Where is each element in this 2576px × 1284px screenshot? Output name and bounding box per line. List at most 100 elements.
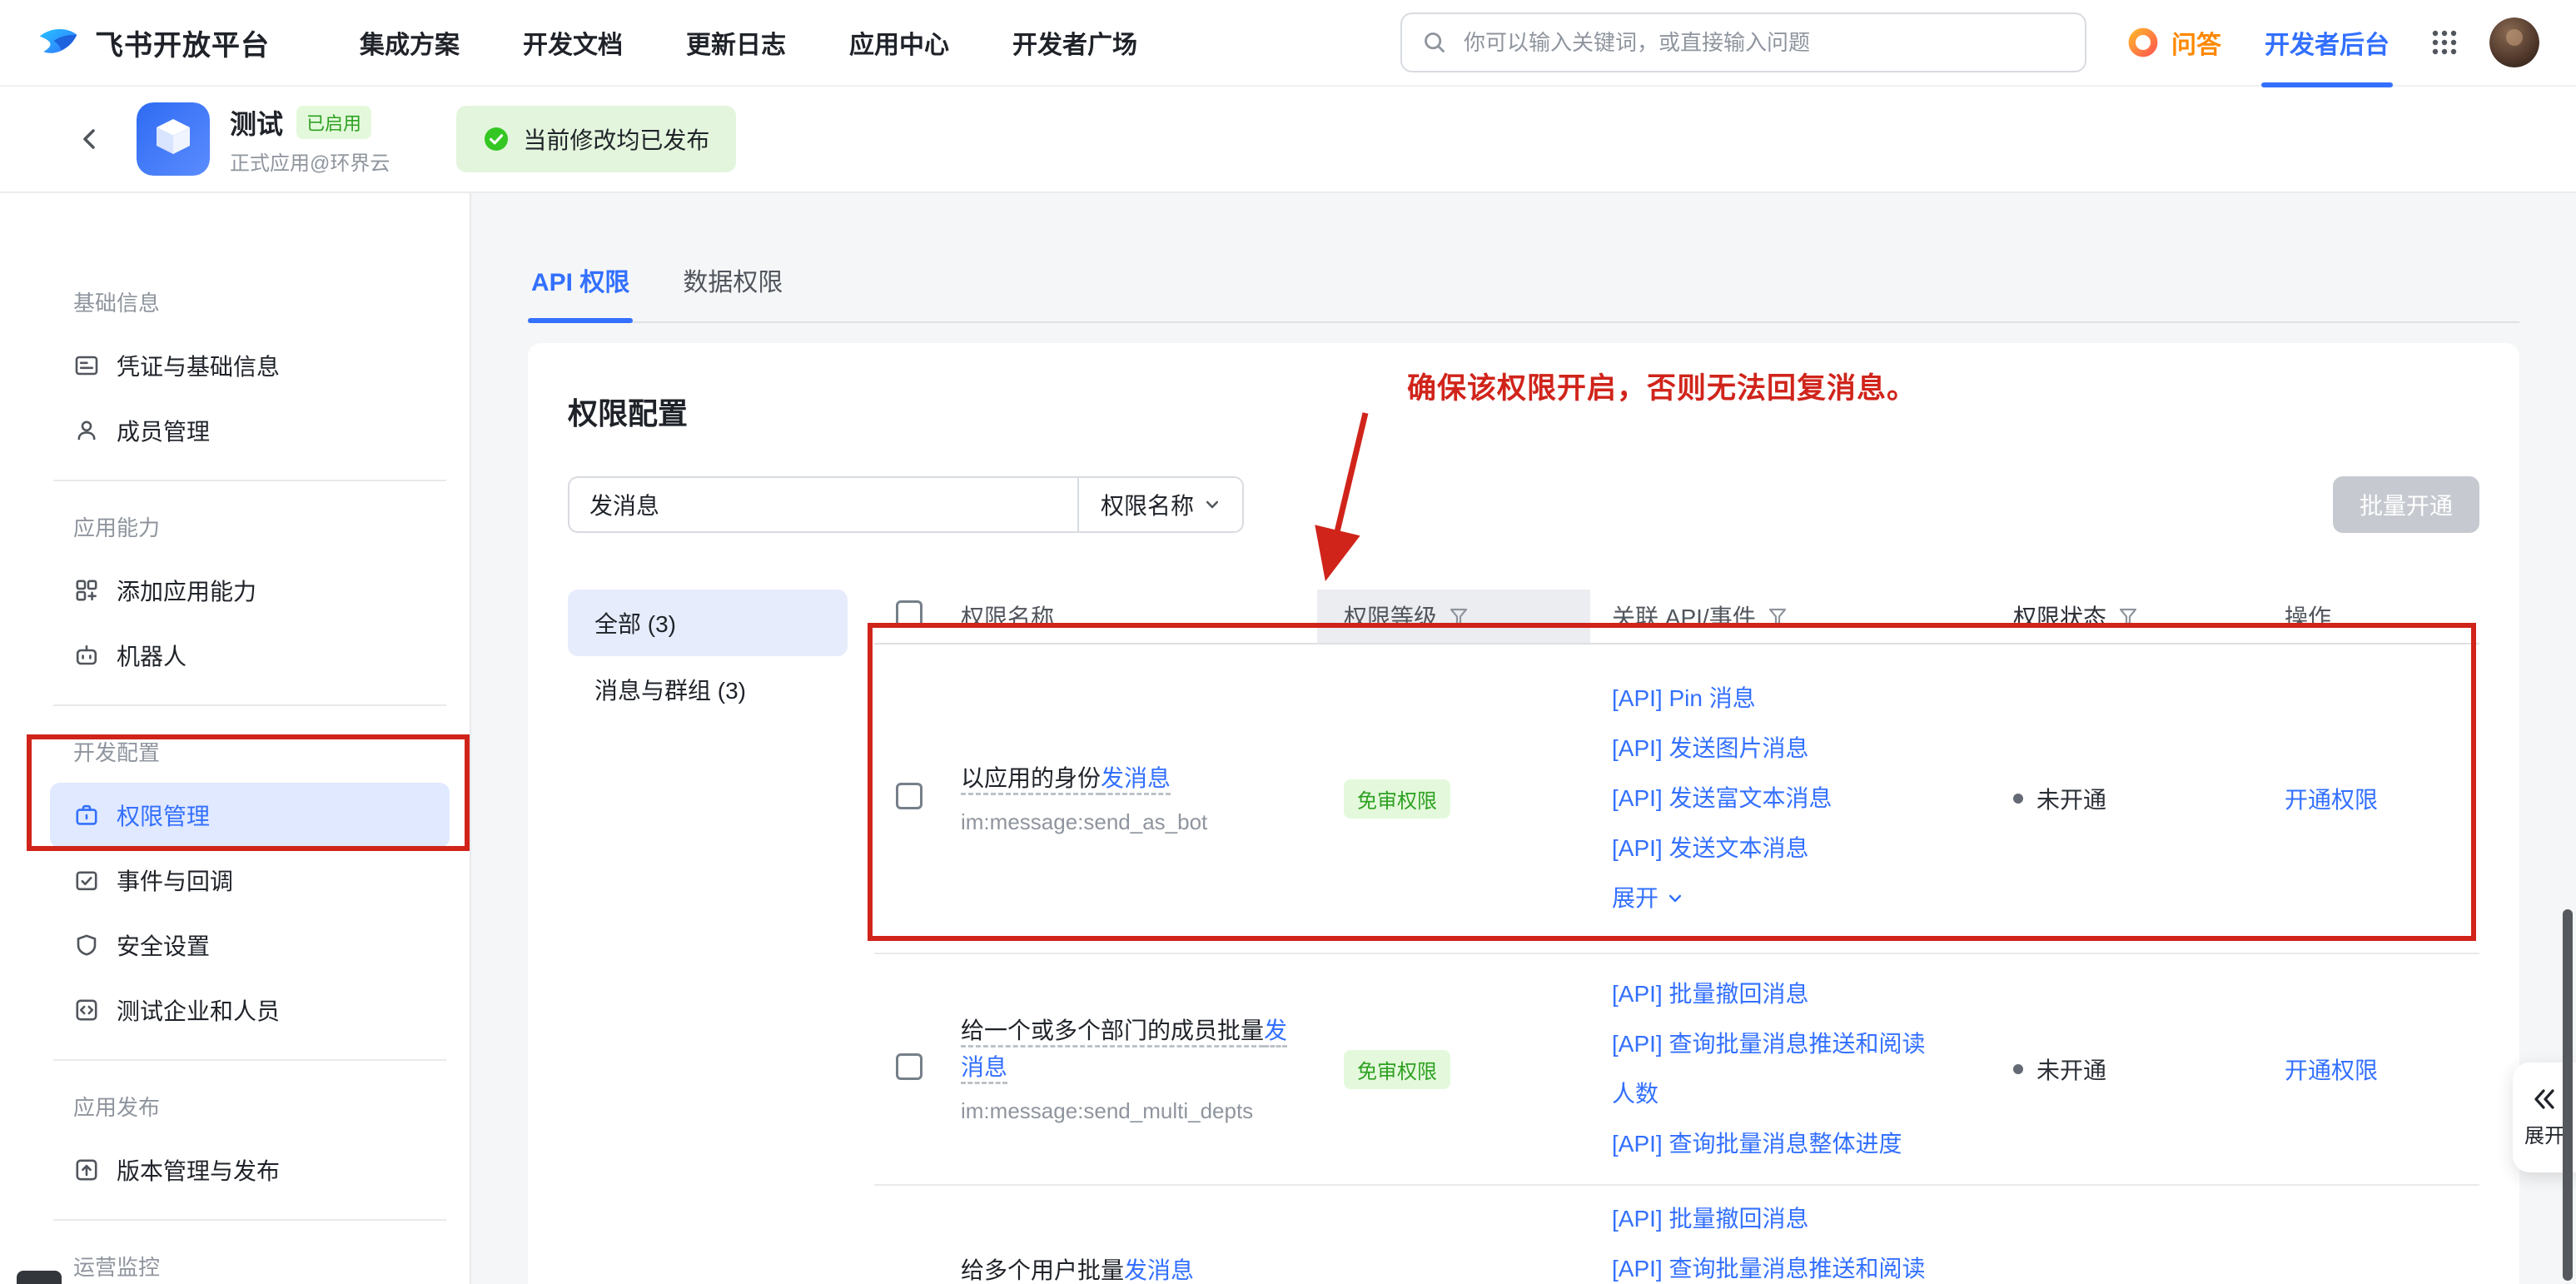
sidebar-item-credentials[interactable]: 凭证与基础信息: [50, 333, 450, 398]
category-all[interactable]: 全部 (3): [568, 590, 848, 656]
sidebar-item-add-capability[interactable]: 添加应用能力: [50, 558, 450, 623]
permission-search-input[interactable]: [568, 476, 1077, 533]
shield-icon: [73, 932, 100, 958]
publish-status-banner: 当前修改均已发布: [456, 106, 736, 172]
sidebar-item-security[interactable]: 安全设置: [50, 913, 450, 978]
nav-item-integration[interactable]: 集成方案: [360, 24, 460, 61]
nav-item-dev-plaza[interactable]: 开发者广场: [1012, 24, 1137, 61]
sidebar-divider: [53, 1219, 446, 1221]
qa-label: 问答: [2171, 24, 2221, 61]
header-permission-level: 权限等级: [1344, 600, 1437, 633]
api-link[interactable]: [API] 发送文本消息: [1612, 824, 1947, 873]
permission-config-card: 权限配置 权限名称 批量开通 全部 (3) 消息与群组 (3): [528, 343, 2519, 1284]
scrollbar-thumb[interactable]: [2563, 909, 2573, 1281]
category-filter-list: 全部 (3) 消息与群组 (3): [568, 590, 848, 1284]
filter-funnel-icon[interactable]: [1768, 606, 1788, 626]
api-link[interactable]: [API] 查询批量消息推送和阅读人数: [1612, 1019, 1947, 1119]
api-link[interactable]: [API] Pin 消息: [1612, 674, 1947, 724]
sidebar-item-bot[interactable]: 机器人: [50, 623, 450, 688]
permission-name[interactable]: 给一个或多个部门的成员批量发消息: [961, 1013, 1310, 1086]
sidebar-section-monitor: 运营监控: [50, 1234, 450, 1284]
permission-scope: im:message:send_as_bot: [961, 807, 1310, 837]
nav-item-changelog[interactable]: 更新日志: [686, 24, 786, 61]
top-navigation: 飞书开放平台 集成方案 开发文档 更新日志 应用中心 开发者广场: [0, 0, 2576, 87]
permission-briefcase-icon: [73, 802, 100, 829]
sidebar-section-basic: 基础信息: [50, 270, 450, 333]
permission-tabs: API 权限 数据权限: [528, 193, 2519, 323]
status-badge: 已启用: [296, 106, 371, 139]
sidebar-item-test-org[interactable]: 测试企业和人员: [50, 978, 450, 1043]
nav-item-docs[interactable]: 开发文档: [523, 24, 623, 61]
filter-funnel-icon[interactable]: [2118, 606, 2138, 626]
global-search[interactable]: [1400, 12, 2086, 72]
global-search-input[interactable]: [1460, 28, 2065, 57]
qa-link[interactable]: 问答: [2126, 24, 2221, 61]
sidebar-item-permissions[interactable]: 权限管理: [50, 783, 450, 848]
status-dot: [2013, 1064, 2023, 1074]
permission-name[interactable]: 以应用的身份发消息: [961, 760, 1310, 797]
sidebar-section-capability: 应用能力: [50, 495, 450, 558]
sidebar-item-label: 机器人: [117, 639, 186, 672]
code-brackets-icon: [73, 997, 100, 1023]
table-row: 给一个或多个部门的成员批量发消息 im:message:send_multi_d…: [874, 954, 2479, 1186]
filter-funnel-icon[interactable]: [1449, 606, 1469, 626]
event-callback-icon: [73, 867, 100, 893]
tab-api-permission[interactable]: API 权限: [528, 261, 633, 321]
select-all-checkbox[interactable]: [896, 600, 922, 627]
credential-icon: [73, 352, 100, 379]
sidebar-item-label: 安全设置: [117, 928, 210, 962]
search-field-select[interactable]: 权限名称: [1077, 476, 1244, 533]
sidebar-item-label: 凭证与基础信息: [117, 349, 280, 382]
status-text: 未开通: [2036, 1053, 2106, 1086]
app-meta: 测试 已启用 正式应用@环界云: [230, 103, 390, 176]
sidebar-divider: [53, 1059, 446, 1061]
app-subtitle: 正式应用@环界云: [230, 147, 390, 176]
feishu-open-platform-console: 飞书开放平台 集成方案 开发文档 更新日志 应用中心 开发者广场: [0, 0, 2576, 1284]
robot-icon: [73, 642, 100, 669]
api-link[interactable]: [API] 批量撤回消息: [1612, 969, 1947, 1019]
search-field-value: 权限名称: [1101, 488, 1194, 521]
app-header: 测试 已启用 正式应用@环界云 当前修改均已发布: [0, 87, 2576, 193]
check-circle-icon: [483, 126, 510, 152]
user-avatar[interactable]: [2489, 17, 2539, 67]
sidebar-item-events[interactable]: 事件与回调: [50, 848, 450, 913]
toolbar: 权限名称 批量开通: [568, 476, 2479, 533]
main-content: API 权限 数据权限 权限配置 权限名称 批量开通: [471, 193, 2576, 1284]
grant-permission-link[interactable]: 开通权限: [2285, 787, 2378, 813]
sidebar-item-label: 添加应用能力: [117, 574, 256, 607]
api-link[interactable]: [API] 批量撤回消息: [1612, 1194, 1947, 1244]
sidebar-item-members[interactable]: 成员管理: [50, 398, 450, 463]
publish-up-icon: [73, 1157, 100, 1183]
sidebar-section-release: 应用发布: [50, 1074, 450, 1137]
api-link[interactable]: [API] 查询批量消息推送和阅读: [1612, 1244, 1947, 1284]
permission-name[interactable]: 给多个用户批量发消息: [961, 1252, 1310, 1284]
app-icon: [137, 102, 210, 176]
app-grid-icon[interactable]: [2429, 27, 2459, 57]
nav-item-app-center[interactable]: 应用中心: [849, 24, 949, 61]
batch-grant-button[interactable]: 批量开通: [2333, 476, 2479, 533]
api-link[interactable]: [API] 发送图片消息: [1612, 724, 1947, 774]
sidebar-divider: [53, 704, 446, 706]
table-row: 给多个用户批量发消息 [API] 批量撤回消息 [API] 查询批量消息推送和阅…: [874, 1186, 2479, 1284]
sidebar-item-label: 事件与回调: [117, 863, 233, 897]
sidebar-item-version-release[interactable]: 版本管理与发布: [50, 1137, 450, 1202]
brand[interactable]: 飞书开放平台: [37, 21, 270, 64]
category-messages-groups[interactable]: 消息与群组 (3): [568, 656, 848, 723]
sidebar-item-label: 权限管理: [117, 799, 210, 832]
api-link[interactable]: [API] 发送富文本消息: [1612, 774, 1947, 824]
row-checkbox[interactable]: [896, 783, 922, 809]
permission-search-group: 权限名称: [568, 476, 1244, 533]
developer-console-link[interactable]: 开发者后台: [2265, 24, 2390, 61]
top-menu: 集成方案 开发文档 更新日志 应用中心 开发者广场: [360, 24, 1137, 61]
grant-permission-link[interactable]: 开通权限: [2285, 1058, 2378, 1083]
row-checkbox[interactable]: [896, 1053, 922, 1080]
brand-title: 飞书开放平台: [95, 22, 270, 63]
expand-apis-link[interactable]: 展开: [1612, 873, 1947, 923]
capability-grid-icon: [73, 577, 100, 604]
back-icon[interactable]: [77, 126, 103, 152]
tab-data-permission[interactable]: 数据权限: [679, 261, 786, 321]
page-title: 权限配置: [568, 390, 2479, 433]
api-link[interactable]: [API] 查询批量消息整体进度: [1612, 1119, 1947, 1169]
app-name: 测试: [230, 103, 283, 142]
double-chevron-left-icon: [2532, 1087, 2557, 1111]
